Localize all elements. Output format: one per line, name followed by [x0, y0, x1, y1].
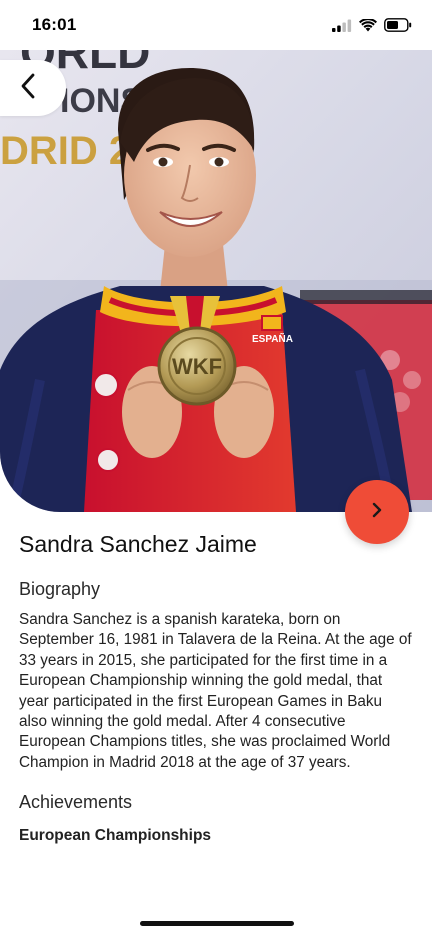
next-button[interactable]: [345, 480, 409, 544]
status-bar: 16:01: [0, 0, 432, 50]
chevron-left-icon: [21, 73, 36, 104]
athlete-detail-screen: 16:01 ORLD DRID 2018 WKF ESPAÑA Sandra S…: [0, 0, 432, 936]
chevron-right-icon: [371, 502, 383, 523]
jersey-text: ESPAÑA: [252, 332, 293, 345]
athlete-photo: ORLD IONSHIPS DRID 2018: [0, 50, 432, 512]
cellular-signal-icon: [332, 19, 352, 32]
status-icons: [332, 18, 412, 32]
achievements-title: Achievements: [19, 792, 133, 813]
athlete-details: Sandra Sanchez Jaime Biography Sandra Sa…: [19, 528, 414, 847]
status-time: 16:01: [32, 15, 77, 34]
biography-text: Sandra Sanchez is a spanish karateka, bo…: [19, 611, 412, 771]
battery-icon: [384, 18, 412, 32]
achievement-item: European Championships: [19, 827, 212, 845]
back-button[interactable]: [0, 60, 66, 116]
home-indicator[interactable]: [140, 921, 294, 926]
medal-text: WKF: [172, 354, 222, 379]
biography-title: Biography: [19, 579, 101, 599]
wifi-icon: [359, 18, 377, 32]
